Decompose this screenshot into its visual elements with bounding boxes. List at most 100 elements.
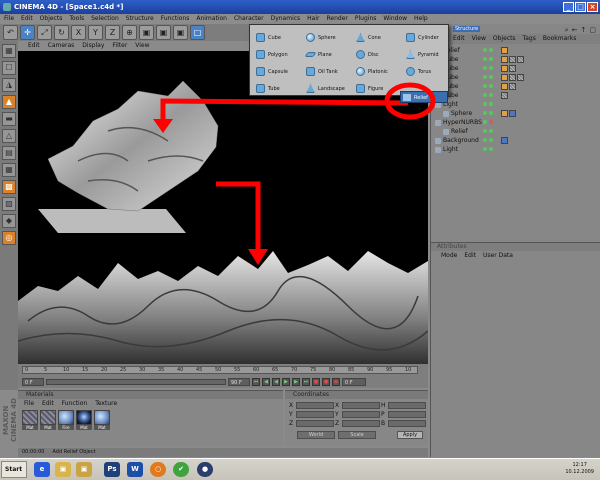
object-name[interactable]: Background <box>443 137 479 144</box>
explorer-icon[interactable]: ▣ <box>76 462 92 477</box>
use-points-icon[interactable]: ▲ <box>2 95 16 109</box>
objects-menu-objects[interactable]: Objects <box>493 34 516 44</box>
primitive-torus[interactable]: Torus <box>402 63 452 80</box>
coordinate-system-dropdown[interactable]: World <box>297 431 335 439</box>
materials-menu-function[interactable]: Function <box>62 399 88 408</box>
attributes-menu-mode[interactable]: Mode <box>441 251 457 261</box>
position-z-field[interactable] <box>296 420 334 427</box>
back-icon[interactable]: ← <box>572 25 578 35</box>
object-row[interactable]: Relief <box>431 127 600 136</box>
menu-window[interactable]: Window <box>383 14 407 24</box>
materials-menu-edit[interactable]: Edit <box>42 399 54 408</box>
object-row[interactable]: Cube <box>431 64 600 73</box>
use-object-icon[interactable]: ☐ <box>2 61 16 75</box>
size-x-field[interactable] <box>342 402 380 409</box>
menu-plugins[interactable]: Plugins <box>355 14 377 24</box>
menu-file[interactable]: File <box>4 14 14 24</box>
object-name[interactable]: Relief <box>451 128 468 135</box>
keyframe-selection-button[interactable]: ◉ <box>332 378 340 386</box>
start-frame-field[interactable]: 0 F <box>22 378 44 386</box>
x-axis-lock-button[interactable]: X <box>71 25 86 40</box>
object-row[interactable]: Sphere <box>431 109 600 118</box>
axis-icon[interactable]: ◆ <box>2 214 16 228</box>
primitive-platonic[interactable]: Platonic <box>352 63 402 80</box>
primitive-tube[interactable]: Tube <box>252 80 302 97</box>
material-swatch[interactable]: Mat <box>94 410 110 430</box>
snap-icon[interactable]: ▩ <box>2 180 16 194</box>
object-row[interactable]: Cube <box>431 73 600 82</box>
attributes-menu-user-data[interactable]: User Data <box>483 251 513 261</box>
maximize-button[interactable]: □ <box>575 2 586 12</box>
menu-help[interactable]: Help <box>414 14 428 24</box>
current-frame-field[interactable]: 0 F <box>342 378 366 386</box>
menu-structure[interactable]: Structure <box>126 14 154 24</box>
firefox-icon[interactable]: ○ <box>150 462 166 477</box>
object-name[interactable]: Light <box>443 146 458 153</box>
primitive-landscape[interactable]: Landscape <box>302 80 352 97</box>
internet-explorer-icon[interactable]: e <box>34 462 50 477</box>
green-app-icon[interactable]: ✔ <box>173 462 189 477</box>
end-frame-field[interactable]: 90 F <box>228 378 250 386</box>
primitive-oil-tank[interactable]: Oil Tank <box>302 63 352 80</box>
rotate-icon[interactable]: ↻ <box>54 25 69 40</box>
attributes-menu-edit[interactable]: Edit <box>464 251 476 261</box>
world-coords-icon[interactable]: ⊕ <box>122 25 137 40</box>
object-row[interactable]: Light <box>431 100 600 109</box>
workplane-icon[interactable]: ▨ <box>2 197 16 211</box>
object-row[interactable]: Background <box>431 136 600 145</box>
menu-functions[interactable]: Functions <box>161 14 190 24</box>
scale-icon[interactable]: ⤢ <box>37 25 52 40</box>
menu-edit[interactable]: Edit <box>21 14 33 24</box>
undo-icon[interactable]: ↶ <box>3 25 18 40</box>
viewport-menu-display[interactable]: Display <box>82 41 104 51</box>
material-swatch[interactable]: Mat <box>22 410 38 430</box>
folder-icon[interactable]: ▣ <box>55 462 71 477</box>
material-swatch[interactable]: Mat <box>40 410 56 430</box>
tweak-icon[interactable]: ◎ <box>2 231 16 245</box>
materials-menu-file[interactable]: File <box>24 399 34 408</box>
object-name[interactable]: Sphere <box>451 110 472 117</box>
word-icon[interactable]: W <box>127 462 143 477</box>
use-model-icon[interactable]: ▦ <box>2 44 16 58</box>
timeline-ruler[interactable]: 0 5 10 15 20 25 30 35 40 45 50 55 60 65 … <box>22 366 418 374</box>
object-name[interactable]: HyperNURBS <box>443 119 482 126</box>
position-y-field[interactable] <box>296 411 334 418</box>
objects-menu-bookmarks[interactable]: Bookmarks <box>543 34 577 44</box>
record-button[interactable]: ● <box>312 378 320 386</box>
time-range-slider[interactable] <box>46 379 226 385</box>
primitive-sphere[interactable]: Sphere <box>302 29 352 46</box>
object-row[interactable]: Light <box>431 145 600 154</box>
primitive-cylinder[interactable]: Cylinder <box>402 29 452 46</box>
photoshop-icon[interactable]: Ps <box>104 462 120 477</box>
primitive-cone[interactable]: Cone <box>352 29 402 46</box>
size-mode-dropdown[interactable]: Scale <box>338 431 376 439</box>
move-icon[interactable]: ✛ <box>20 25 35 40</box>
material-swatch[interactable]: Fire <box>58 410 74 430</box>
cinema4d-taskbar-icon[interactable]: ● <box>197 462 213 477</box>
rotation-p-field[interactable] <box>388 411 426 418</box>
materials-menu-texture[interactable]: Texture <box>95 399 117 408</box>
search-icon[interactable]: ⌕ <box>565 25 569 35</box>
menu-animation[interactable]: Animation <box>196 14 227 24</box>
primitive-disc[interactable]: Disc <box>352 46 402 63</box>
primitive-pyramid[interactable]: Pyramid <box>402 46 452 63</box>
object-row[interactable]: Cube <box>431 55 600 64</box>
y-axis-lock-button[interactable]: Y <box>88 25 103 40</box>
primitive-polygon[interactable]: Polygon <box>252 46 302 63</box>
menu-character[interactable]: Character <box>234 14 264 24</box>
rotation-h-field[interactable] <box>388 402 426 409</box>
object-row[interactable]: HyperNURBS <box>431 118 600 127</box>
prev-key-button[interactable]: ◀ <box>262 378 270 386</box>
menu-objects[interactable]: Objects <box>40 14 63 24</box>
go-to-start-button[interactable]: ⏮ <box>252 378 260 386</box>
primitive-cube[interactable]: Cube <box>252 29 302 46</box>
use-polygons-icon[interactable]: △ <box>2 129 16 143</box>
material-swatch[interactable]: Mat <box>76 410 92 430</box>
z-axis-lock-button[interactable]: Z <box>105 25 120 40</box>
autokey-button[interactable]: ● <box>322 378 330 386</box>
menu-tools[interactable]: Tools <box>69 14 84 24</box>
primitive-cube-icon[interactable]: □ <box>190 25 205 40</box>
objects-menu-view[interactable]: View <box>472 34 486 44</box>
play-backward-button[interactable]: ◀ <box>272 378 280 386</box>
object-row[interactable]: Cube <box>431 91 600 100</box>
